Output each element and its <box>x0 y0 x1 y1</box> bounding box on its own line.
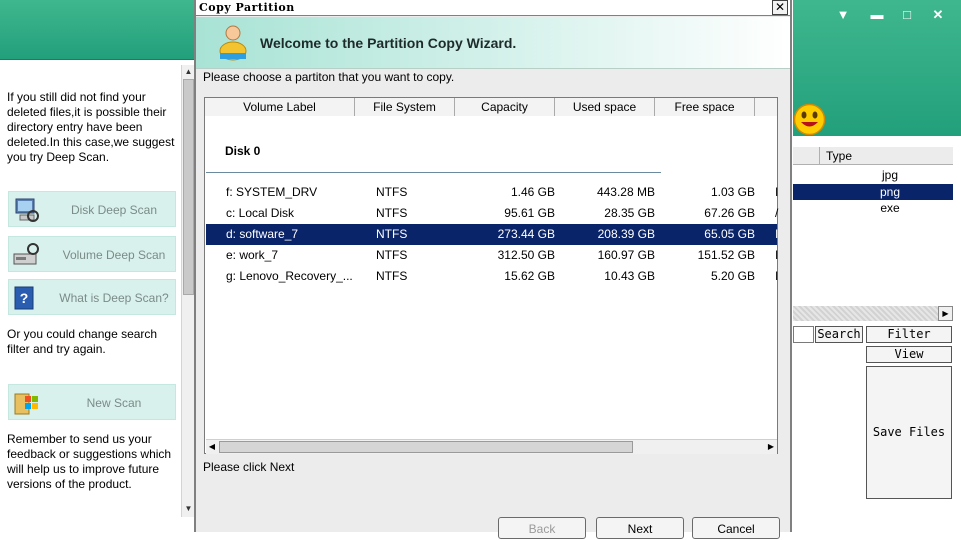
search-input[interactable] <box>793 326 814 343</box>
capacity: 95.61 GB <box>504 206 555 220</box>
back-button[interactable]: Back <box>498 517 586 539</box>
svg-text:?: ? <box>20 290 29 306</box>
computer-icon <box>15 198 39 222</box>
capacity: 273.44 GB <box>497 227 555 241</box>
truncated-cell: / <box>775 206 779 220</box>
wizard-banner: Welcome to the Partition Copy Wizard. <box>196 17 790 69</box>
disk-separator <box>206 172 661 173</box>
volume-label: e: work_7 <box>226 248 279 262</box>
type-header-label: Type <box>826 149 853 163</box>
volume-label: c: Local Disk <box>226 206 295 220</box>
disk-deep-scan-label: Disk Deep Scan <box>70 203 158 217</box>
volume-deep-scan-label: Volume Deep Scan <box>62 248 166 262</box>
table-header: Volume Label File System Capacity Used s… <box>205 98 777 116</box>
used-space: 208.39 GB <box>597 227 655 241</box>
drive-icon <box>13 243 39 265</box>
col-used-space[interactable]: Used space <box>555 98 655 116</box>
dialog-title-bar[interactable]: Copy Partition ✕ <box>196 0 790 16</box>
volume-label: g: Lenovo_Recovery_... <box>226 269 353 283</box>
copy-partition-dialog: Copy Partition ✕ Welcome to the Partitio… <box>194 0 792 539</box>
free-space: 67.26 GB <box>704 206 755 220</box>
capacity: 1.46 GB <box>510 185 555 199</box>
col-capacity[interactable]: Capacity <box>455 98 555 116</box>
wizard-user-icon <box>219 25 247 61</box>
smiley-face-icon[interactable] <box>793 103 826 136</box>
file-type-row-selected[interactable]: png <box>793 184 953 200</box>
change-filter-text: Or you could change search filter and tr… <box>7 327 158 356</box>
file-system: NTFS <box>376 206 408 220</box>
close-icon[interactable]: ✕ <box>928 7 948 23</box>
disk-deep-scan-button[interactable]: Disk Deep Scan <box>8 191 176 227</box>
scroll-right-arrow-icon[interactable]: ▶ <box>765 441 777 453</box>
help-book-icon: ? <box>14 286 34 310</box>
capacity: 312.50 GB <box>497 248 555 262</box>
save-files-button[interactable]: Save Files <box>866 366 952 499</box>
used-space: 28.35 GB <box>604 206 655 220</box>
windows-folder-icon <box>14 393 38 415</box>
dialog-close-icon[interactable]: ✕ <box>772 0 788 15</box>
right-horizontal-scrollbar[interactable]: ▶ <box>793 306 953 321</box>
next-button[interactable]: Next <box>596 517 684 539</box>
banner-title: Welcome to the Partition Copy Wizard. <box>260 35 517 51</box>
view-button[interactable]: View <box>866 346 952 363</box>
type-column-header[interactable]: Type <box>793 147 953 165</box>
truncated-cell: I <box>775 185 779 199</box>
what-is-deep-scan-label: What is Deep Scan? <box>59 291 169 305</box>
left-guidance-panel: If you still did not find your deleted f… <box>0 62 196 518</box>
partition-table: Volume Label File System Capacity Used s… <box>204 97 778 454</box>
col-free-space[interactable]: Free space <box>655 98 755 116</box>
truncated-cell: I <box>775 227 779 241</box>
file-system: NTFS <box>376 185 408 199</box>
capacity: 15.62 GB <box>504 269 555 283</box>
filter-button[interactable]: Filter <box>866 326 952 343</box>
volume-deep-scan-button[interactable]: Volume Deep Scan <box>8 236 176 272</box>
used-space: 443.28 MB <box>596 185 655 199</box>
status-text: Please click Next <box>203 460 295 474</box>
free-space: 65.05 GB <box>704 227 755 241</box>
free-space: 5.20 GB <box>710 269 755 283</box>
partition-row[interactable]: f: SYSTEM_DRV NTFS 1.46 GB 443.28 MB 1.0… <box>206 182 779 203</box>
what-is-deep-scan-button[interactable]: ? What is Deep Scan? <box>8 279 176 315</box>
left-panel-scrollbar[interactable]: ▲ ▼ <box>181 65 195 517</box>
truncated-cell: I <box>775 269 779 283</box>
scroll-right-arrow-icon[interactable]: ▶ <box>938 306 953 321</box>
file-system: NTFS <box>376 269 408 283</box>
col-extra[interactable] <box>755 98 777 116</box>
col-file-system[interactable]: File System <box>355 98 455 116</box>
minimize-icon[interactable]: ▬ <box>867 7 887 23</box>
col-volume-label[interactable]: Volume Label <box>205 98 355 116</box>
used-space: 160.97 GB <box>597 248 655 262</box>
cancel-button[interactable]: Cancel <box>692 517 780 539</box>
dialog-title: Copy Partition <box>199 1 295 14</box>
table-horizontal-scrollbar[interactable]: ◀ ▶ <box>206 439 777 454</box>
deep-scan-intro-text: If you still did not find your deleted f… <box>7 90 175 164</box>
used-space: 10.43 GB <box>604 269 655 283</box>
disk-label: Disk 0 <box>225 144 261 158</box>
partition-row[interactable]: c: Local Disk NTFS 95.61 GB 28.35 GB 67.… <box>206 203 779 224</box>
truncated-cell: I <box>775 248 779 262</box>
partition-row-selected[interactable]: d: software_7 NTFS 273.44 GB 208.39 GB 6… <box>206 224 779 245</box>
partition-row[interactable]: e: work_7 NTFS 312.50 GB 160.97 GB 151.5… <box>206 245 779 266</box>
scrollbar-thumb[interactable] <box>183 79 194 295</box>
search-button[interactable]: Search <box>815 326 863 343</box>
file-type-row[interactable]: jpg <box>793 167 953 183</box>
partition-row[interactable]: g: Lenovo_Recovery_... NTFS 15.62 GB 10.… <box>206 266 779 287</box>
file-system: NTFS <box>376 248 408 262</box>
free-space: 151.52 GB <box>697 248 755 262</box>
dropdown-arrow-icon[interactable]: ▼ <box>833 7 853 23</box>
column-divider <box>793 147 820 165</box>
maximize-icon[interactable]: □ <box>897 7 917 23</box>
volume-label: d: software_7 <box>226 227 299 241</box>
scroll-left-arrow-icon[interactable]: ◀ <box>206 441 218 453</box>
file-system: NTFS <box>376 227 408 241</box>
volume-label: f: SYSTEM_DRV <box>226 185 318 199</box>
feedback-text: Remember to send us your feedback or sug… <box>7 432 172 491</box>
free-space: 1.03 GB <box>710 185 755 199</box>
instruction-text: Please choose a partiton that you want t… <box>203 70 455 84</box>
new-scan-button[interactable]: New Scan <box>8 384 176 420</box>
scrollbar-thumb[interactable] <box>219 441 633 453</box>
new-scan-label: New Scan <box>86 396 142 410</box>
file-type-row[interactable]: exe <box>793 200 953 216</box>
